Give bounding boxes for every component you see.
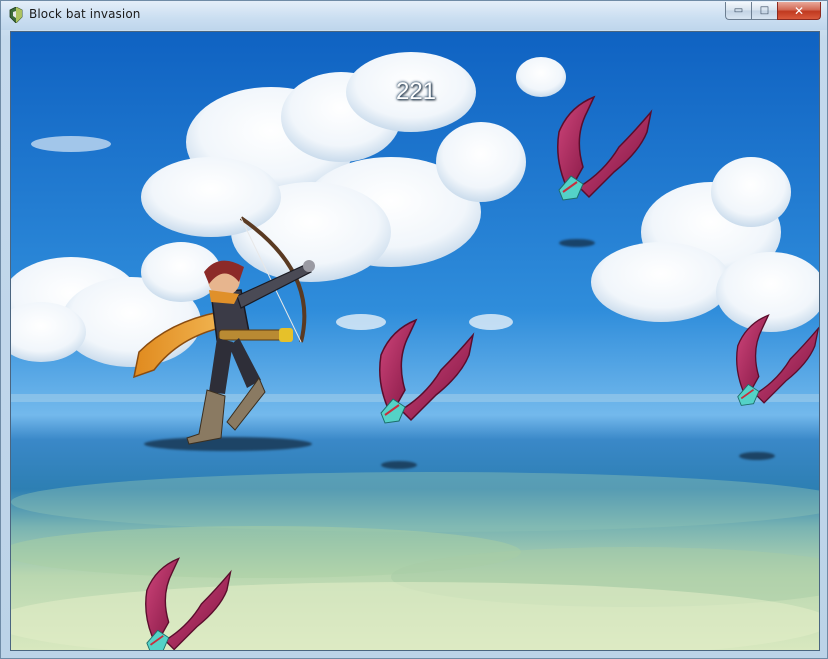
maximize-button[interactable]: □ — [751, 2, 777, 20]
game-canvas[interactable]: 221 — [10, 31, 820, 651]
bat-1-shadow — [559, 239, 595, 247]
bat-2-shadow — [381, 461, 417, 469]
bat-1[interactable] — [549, 92, 654, 202]
bat-3[interactable] — [729, 304, 820, 414]
window-title: Block bat invasion — [29, 7, 141, 21]
bat-4[interactable] — [133, 554, 238, 651]
title-bar[interactable]: Block bat invasion ▭ □ ✕ — [1, 1, 827, 30]
close-icon: ✕ — [793, 3, 805, 18]
archer-hero-sprite[interactable] — [129, 212, 329, 447]
maximize-icon: □ — [759, 5, 770, 16]
window-controls: ▭ □ ✕ — [725, 2, 821, 21]
app-icon — [9, 7, 23, 23]
game-window: Block bat invasion ▭ □ ✕ 221 — [0, 0, 828, 659]
close-button[interactable]: ✕ — [777, 2, 821, 20]
minimize-button[interactable]: ▭ — [725, 2, 751, 20]
bat-3-shadow — [739, 452, 775, 460]
bat-2[interactable] — [371, 315, 476, 425]
minimize-icon: ▭ — [733, 5, 744, 16]
